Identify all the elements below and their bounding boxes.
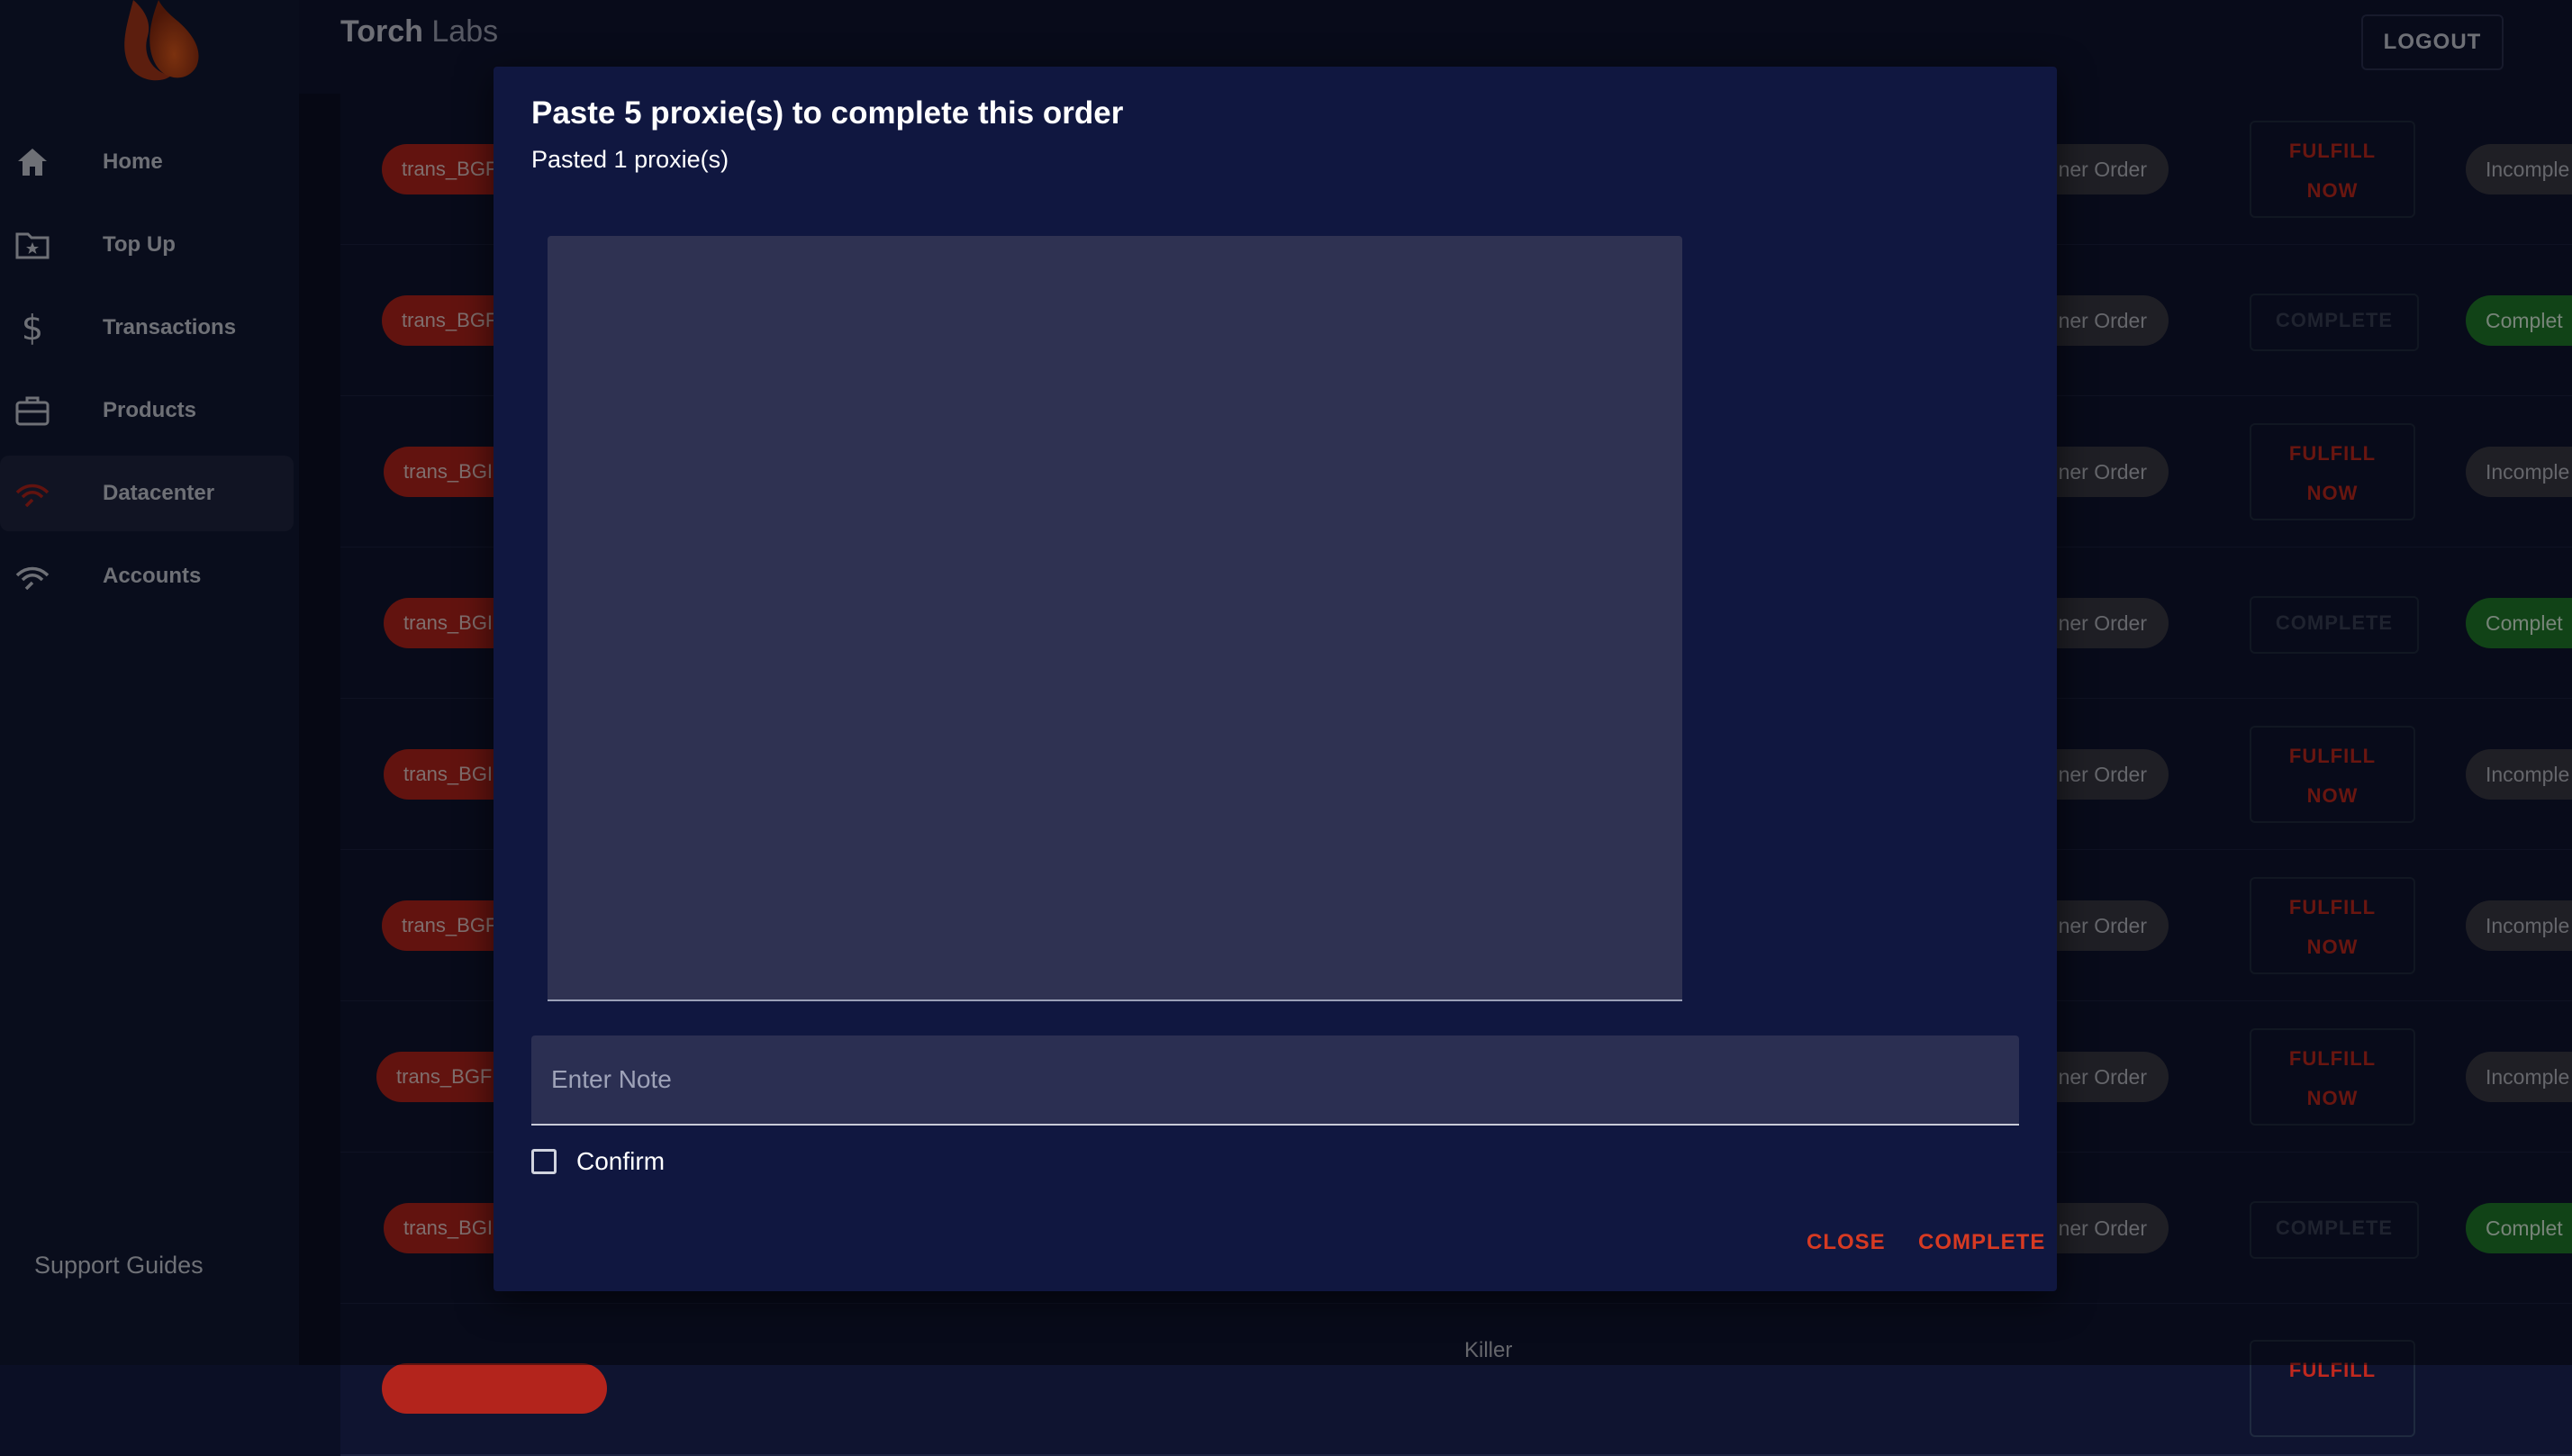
pasted-count-text: Pasted 1 proxie(s) [531, 146, 729, 173]
paste-proxies-dialog: Paste 5 proxie(s) to complete this order… [494, 67, 2057, 1291]
close-button[interactable]: CLOSE [1807, 1230, 1886, 1255]
complete-button[interactable]: COMPLETE [1918, 1230, 2045, 1255]
note-input[interactable] [531, 1035, 2019, 1126]
transaction-id-pill [382, 1363, 607, 1414]
proxy-paste-textarea[interactable] [548, 236, 1682, 1001]
confirm-checkbox[interactable] [531, 1149, 557, 1174]
dialog-title: Paste 5 proxie(s) to complete this order [531, 95, 1124, 131]
confirm-label: Confirm [576, 1147, 666, 1175]
confirm-checkbox-row[interactable]: Confirm [531, 1144, 665, 1180]
